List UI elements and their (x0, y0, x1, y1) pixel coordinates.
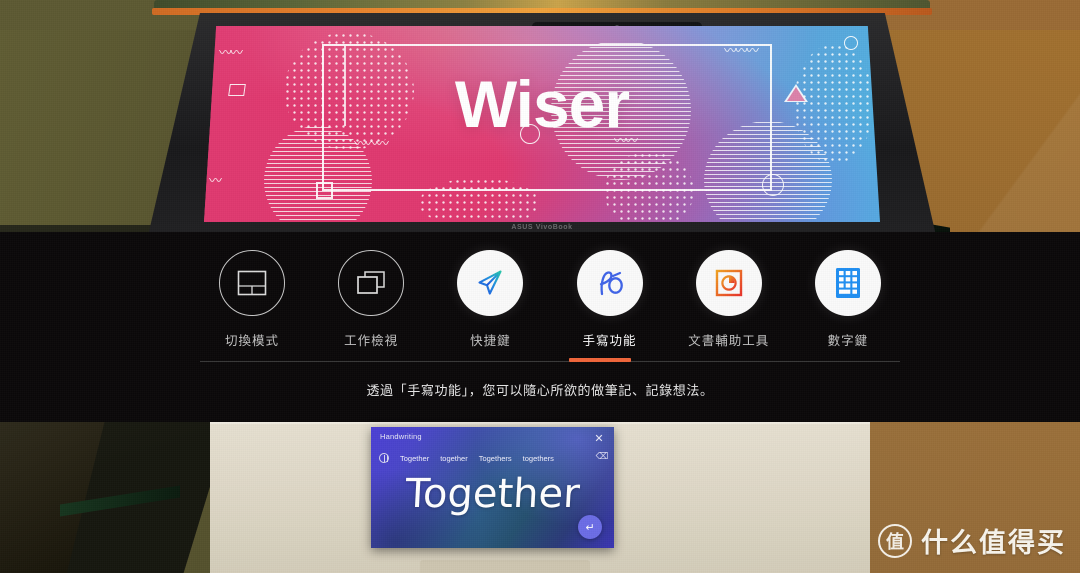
feature-overlay-panel: 切換模式 工作檢視 快捷鍵 手寫功能 文書輔助工具 數字鍵 透過「手寫功能」，您… (0, 232, 1080, 422)
laptop: 〰〰 〰〰〰 〰〰〰 〰〰 〰 Wiser ASUS VivoBook (147, 0, 937, 240)
wallpaper-circle-decoration (762, 174, 784, 196)
desk-front-object (420, 560, 590, 573)
document-tools-chart-icon (695, 250, 762, 316)
handwriting-panel[interactable]: Handwriting ✕ Together together Together… (371, 427, 614, 548)
watermark: 值 什么值得买 (878, 521, 1066, 560)
touchpad-mode-icon (219, 250, 285, 316)
suggestion-item[interactable]: Together (400, 454, 429, 463)
touchpad-mode-glyph (237, 270, 267, 296)
handwriting-suggestion-bar: Together together Togethers togethers (379, 451, 606, 465)
backspace-icon[interactable]: ⌫ (596, 451, 609, 461)
feature-caption: 透過「手寫功能」，您可以隨心所欲的做筆記、記錄想法。 (366, 384, 714, 399)
wallpaper-title: Wiser (454, 67, 630, 141)
feature-item-switch-mode[interactable]: 切換模式 (200, 250, 304, 349)
handwriting-ink-text: Together (404, 471, 581, 517)
wallpaper-wave-decoration: 〰 (209, 173, 222, 188)
wallpaper-frame-corner-square (316, 182, 333, 199)
laptop-screen-wallpaper: 〰〰 〰〰〰 〰〰〰 〰〰 〰 Wiser (204, 26, 880, 222)
watermark-text: 什么值得买 (921, 528, 1066, 559)
paper-plane-glyph (478, 270, 502, 295)
suggestion-item[interactable]: togethers (523, 454, 554, 463)
suggestion-item[interactable]: Togethers (479, 454, 512, 463)
feature-label: 切換模式 (224, 333, 279, 348)
numpad-keypad-icon (814, 250, 881, 316)
globe-icon[interactable] (379, 453, 389, 463)
watermark-badge-icon: 值 (878, 523, 912, 558)
feature-label: 數字鍵 (827, 333, 869, 348)
document-tools-glyph (715, 269, 742, 297)
feature-item-document-tools[interactable]: 文書輔助工具 (677, 250, 781, 349)
feature-item-shortcut[interactable]: 快捷鍵 (438, 250, 542, 349)
feature-label: 工作檢視 (344, 333, 399, 348)
screenshot-stage: 〰〰 〰〰〰 〰〰〰 〰〰 〰 Wiser ASUS VivoBook 切換模式… (0, 0, 1080, 573)
feature-item-numpad[interactable]: 數字鍵 (796, 250, 900, 349)
wallpaper-circle-decoration (844, 36, 858, 50)
suggestion-item[interactable]: together (440, 454, 468, 463)
task-view-glyph (357, 271, 385, 294)
close-icon[interactable]: ✕ (590, 430, 608, 446)
laptop-brand-label: ASUS VivoBook (511, 224, 573, 231)
shortcut-paper-plane-icon (457, 250, 524, 316)
handwriting-pen-icon (576, 250, 643, 316)
enter-button[interactable]: ↵ (578, 515, 602, 539)
handwriting-glyph (599, 271, 623, 296)
handwriting-panel-title: Handwriting (380, 432, 422, 441)
wallpaper-wave-decoration: 〰〰 (219, 45, 243, 60)
active-tab-indicator (569, 358, 631, 362)
numpad-glyph (835, 268, 860, 298)
feature-icon-row: 切換模式 工作檢視 快捷鍵 手寫功能 文書輔助工具 數字鍵 (200, 250, 900, 349)
feature-label: 手寫功能 (582, 333, 637, 348)
task-view-icon (338, 250, 405, 316)
wallpaper-wave-decoration: 〰〰〰 (724, 43, 759, 58)
feature-item-handwriting[interactable]: 手寫功能 (558, 250, 662, 349)
panel-divider (200, 361, 900, 362)
feature-item-task-view[interactable]: 工作檢視 (319, 250, 423, 349)
feature-label: 快捷鍵 (470, 333, 511, 348)
feature-label: 文書輔助工具 (688, 333, 770, 348)
